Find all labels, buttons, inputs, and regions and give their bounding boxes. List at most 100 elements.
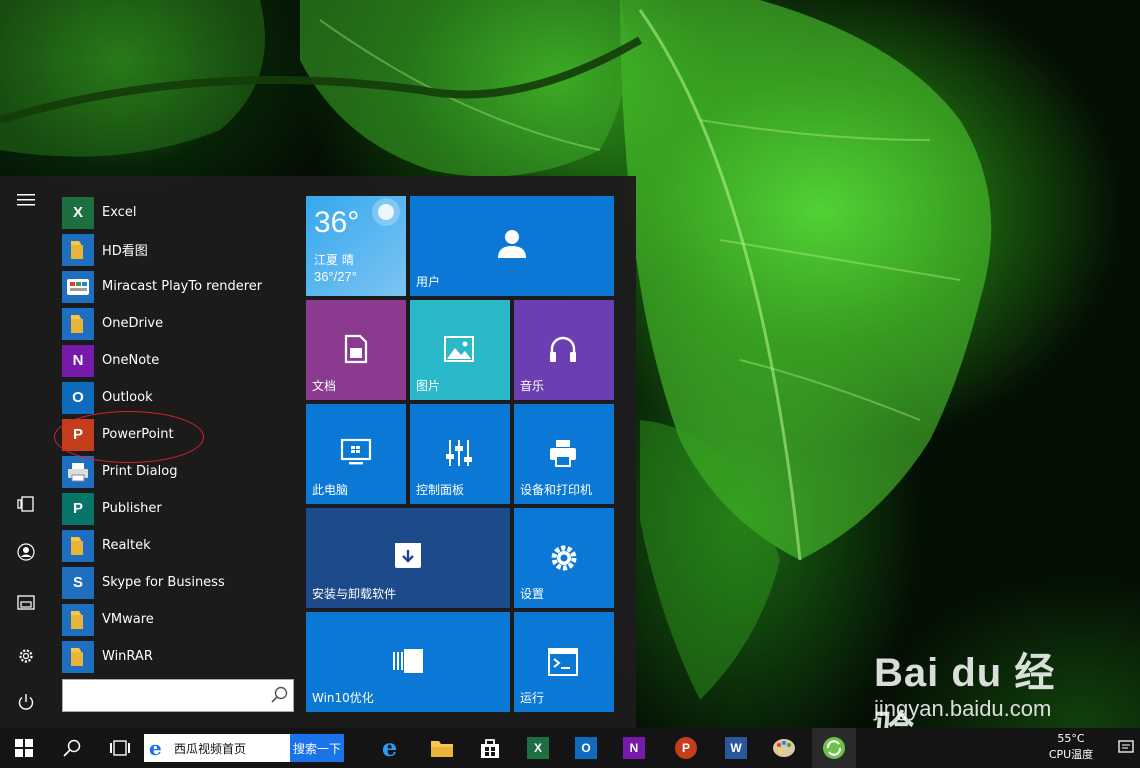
onenote-icon: N <box>62 344 94 377</box>
paint-palette-icon <box>773 739 795 757</box>
browser-search-widget[interactable]: e 西瓜视频首页 搜索一下 <box>144 734 344 762</box>
tile-label: 控制面板 <box>416 483 465 497</box>
cpu-temp-value: 55°C <box>1057 732 1085 745</box>
win10-optimize-tile[interactable]: Win10优化 <box>306 612 510 712</box>
task-view-button[interactable] <box>98 728 142 768</box>
picture-icon <box>444 336 474 362</box>
edge-icon: e <box>382 736 397 760</box>
app-list-item-vmware[interactable]: VMware <box>62 601 294 638</box>
onenote-icon: N <box>623 737 645 759</box>
tile-label: 音乐 <box>520 379 545 393</box>
start-search-input[interactable] <box>63 680 263 711</box>
devices-printers-tile[interactable]: 设备和打印机 <box>514 404 614 504</box>
tile-label: 文档 <box>312 379 337 393</box>
document-icon <box>344 334 368 364</box>
app-list-item-realtek[interactable]: Realtek <box>62 527 294 564</box>
taskbar-active-app[interactable] <box>812 728 856 768</box>
folder-icon <box>62 603 94 636</box>
refresh-globe-icon <box>823 737 845 759</box>
run-tile[interactable]: 运行 <box>514 612 614 712</box>
folder-icon <box>62 233 94 266</box>
expand-menu-button[interactable] <box>6 180 46 220</box>
search-icon[interactable] <box>271 686 289 704</box>
taskbar-search-button[interactable] <box>50 728 94 768</box>
powerpoint-icon: P <box>62 418 94 451</box>
taskbar-onenote[interactable]: N <box>612 728 656 768</box>
taskbar-edge[interactable]: e <box>370 728 414 768</box>
sliders-icon <box>446 440 472 466</box>
app-list-item-excel[interactable]: X Excel <box>62 194 294 231</box>
svg-text:e: e <box>149 738 162 758</box>
skype-icon: S <box>62 566 94 599</box>
app-label: Skype for Business <box>102 575 225 590</box>
tablet-icon <box>17 496 34 512</box>
taskbar-outlook[interactable]: O <box>564 728 608 768</box>
taskbar-word[interactable]: W <box>714 728 758 768</box>
browser-search-button[interactable]: 搜索一下 <box>290 734 344 762</box>
run-icon <box>548 648 578 676</box>
svg-text:e: e <box>382 736 397 760</box>
app-label: Publisher <box>102 501 162 516</box>
start-button[interactable] <box>2 728 46 768</box>
tablet-mode-button[interactable] <box>6 484 46 524</box>
app-list-item-skype-for-business[interactable]: S Skype for Business <box>62 564 294 601</box>
app-label: Print Dialog <box>102 464 178 479</box>
app-list-item-powerpoint[interactable]: P PowerPoint <box>62 416 294 453</box>
hamburger-icon <box>17 194 35 206</box>
music-tile[interactable]: 音乐 <box>514 300 614 400</box>
search-icon <box>63 739 81 757</box>
app-list-item-onenote[interactable]: N OneNote <box>62 342 294 379</box>
browser-search-text: 西瓜视频首页 <box>174 741 247 756</box>
outlook-icon: O <box>575 737 597 759</box>
tile-label: 运行 <box>520 691 545 705</box>
powerpoint-icon: P <box>675 737 697 759</box>
windows-logo-icon <box>15 739 33 757</box>
miracast-icon <box>62 270 94 303</box>
folder-icon <box>62 307 94 340</box>
account-button[interactable] <box>6 532 46 572</box>
power-button[interactable] <box>6 682 46 722</box>
weather-tile[interactable]: 36° 江夏 晴 36°/27° <box>306 196 406 296</box>
tile-label: 设备和打印机 <box>520 483 593 497</box>
app-list-item-print-dialog[interactable]: Print Dialog <box>62 453 294 490</box>
control-panel-tile[interactable]: 控制面板 <box>410 404 510 504</box>
app-list-item-miracast-playto-renderer[interactable]: Miracast PlayTo renderer <box>62 268 294 305</box>
gear-icon <box>19 649 33 663</box>
folder-icon <box>431 741 453 757</box>
folder-icon <box>62 640 94 673</box>
weather-range: 36°/27° <box>314 269 357 284</box>
publisher-icon: P <box>62 492 94 525</box>
taskbar-excel[interactable]: X <box>516 728 560 768</box>
person-icon <box>498 230 526 258</box>
cpu-temperature-widget[interactable]: 55°C CPU温度 <box>1044 731 1098 763</box>
taskbar-file-explorer[interactable] <box>420 728 464 768</box>
app-list-item-publisher[interactable]: P Publisher <box>62 490 294 527</box>
install-uninstall-tile[interactable]: 安装与卸载软件 <box>306 508 510 608</box>
documents-tile[interactable]: 文档 <box>306 300 406 400</box>
excel-icon: X <box>527 737 549 759</box>
settings-button[interactable] <box>6 636 46 676</box>
sun-icon <box>372 198 400 226</box>
start-search-box[interactable] <box>62 679 294 712</box>
action-center-icon[interactable] <box>1118 739 1134 755</box>
app-list-item-onedrive[interactable]: OneDrive <box>62 305 294 342</box>
app-label: Excel <box>102 205 137 220</box>
excel-icon: X <box>62 196 94 229</box>
app-list: X Excel HD看图 Miracast PlayTo renderer OneDri… <box>62 194 294 675</box>
user-tile[interactable]: 用户 <box>410 196 614 296</box>
documents-button[interactable] <box>6 582 46 622</box>
store-bag-icon <box>481 739 499 758</box>
this-pc-tile[interactable]: 此电脑 <box>306 404 406 504</box>
folder-icon <box>62 529 94 562</box>
taskbar-store[interactable] <box>468 728 512 768</box>
app-list-item-outlook[interactable]: O Outlook <box>62 379 294 416</box>
power-icon <box>18 694 34 710</box>
app-label: Miracast PlayTo renderer <box>102 279 263 294</box>
app-list-item-hd[interactable]: HD看图 <box>62 231 294 268</box>
taskbar-paint[interactable] <box>762 728 806 768</box>
app-list-item-winrar[interactable]: WinRAR <box>62 638 294 675</box>
pictures-tile[interactable]: 图片 <box>410 300 510 400</box>
taskbar-powerpoint[interactable]: P <box>664 728 708 768</box>
settings-tile[interactable]: 设置 <box>514 508 614 608</box>
app-label: PowerPoint <box>102 427 174 442</box>
